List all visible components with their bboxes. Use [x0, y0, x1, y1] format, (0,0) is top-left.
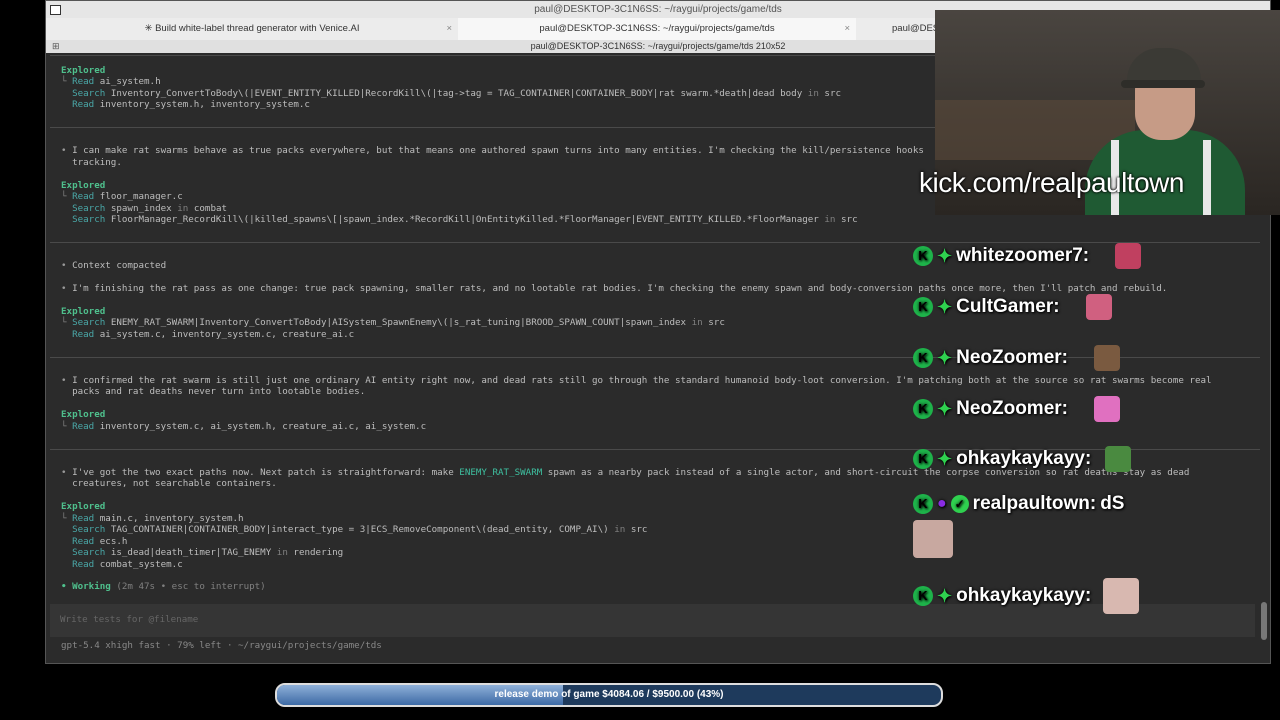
pepe-emote-icon	[1105, 446, 1132, 472]
emote-icon	[913, 520, 953, 558]
goal-progress-label: release demo of game $4084.06 / $9500.00…	[494, 689, 724, 700]
log-line: Read inventory_system.h, inventory_syste…	[72, 99, 310, 110]
close-icon[interactable]: ×	[446, 18, 452, 40]
log-line: Search is_dead|death_timer|TAG_ENEMY in …	[72, 547, 344, 558]
tab-venice[interactable]: ✳ Build white-label thread generator wit…	[46, 18, 458, 40]
prompt-placeholder: Write tests for @filename	[60, 614, 199, 625]
log-line: └ Read main.c, inventory_system.h	[61, 513, 244, 524]
kick-icon: K	[913, 246, 933, 266]
microphone-icon: ●	[937, 495, 947, 512]
app-icon[interactable]	[50, 5, 61, 15]
message-line: creatures, not searchable containers.	[72, 478, 277, 489]
kick-icon: K	[913, 399, 933, 419]
message-line: • I can make rat swarms behave as true p…	[61, 145, 924, 156]
chat-message: K ✦ CultGamer:	[913, 294, 1112, 320]
message-line: packs and rat deaths never turn into loo…	[72, 386, 366, 397]
chat-message: K ● ✓ realpaultown: dS	[913, 493, 1124, 515]
chat-username: whitezoomer7:	[956, 245, 1090, 266]
log-line: └ Search ENEMY_RAT_SWARM|Inventory_Conve…	[61, 317, 725, 328]
chat-username: CultGamer:	[956, 296, 1060, 317]
goal-progress-bar: release demo of game $4084.06 / $9500.00…	[275, 683, 943, 707]
kick-icon: K	[913, 586, 933, 606]
log-line: Read combat_system.c	[72, 559, 183, 570]
gem-icon: ✦	[937, 585, 953, 606]
explored-header: Explored	[61, 501, 106, 512]
kick-icon: K	[913, 449, 933, 469]
kick-icon: K	[913, 297, 933, 317]
emote-icon	[1094, 345, 1120, 371]
chat-message: K ✦ ohkaykaykayy:	[913, 446, 1132, 472]
kick-url: kick.com/realpaultown	[919, 167, 1184, 198]
emote-icon	[1103, 578, 1140, 614]
pin-icon[interactable]: ⊞	[52, 40, 60, 53]
terminal-subtitle: paul@DESKTOP-3C1N6SS: ~/raygui/projects/…	[530, 41, 786, 51]
kick-icon: K	[913, 348, 933, 368]
explored-header: Explored	[61, 409, 106, 420]
log-line: Search FloorManager_RecordKill\(|killed_…	[72, 214, 858, 225]
scrollbar[interactable]	[1261, 602, 1267, 640]
tab-tds[interactable]: paul@DESKTOP-3C1N6SS: ~/raygui/projects/…	[458, 18, 856, 42]
log-line: Search TAG_CONTAINER|CONTAINER_BODY|inte…	[72, 524, 648, 535]
explored-header: Explored	[61, 306, 106, 317]
gem-icon: ✦	[937, 398, 953, 419]
chat-username: NeoZoomer:	[956, 398, 1068, 419]
log-line: Search Inventory_ConvertToBody\(|EVENT_E…	[72, 88, 842, 99]
tab-label: paul@DESKTOP-3C1N6SS: ~/raygui/projects/…	[539, 23, 775, 34]
log-line: └ Read floor_manager.c	[61, 191, 183, 202]
gem-icon: ✦	[937, 245, 953, 266]
chat-message: K ✦ ohkaykaykayy:	[913, 578, 1140, 614]
message-line: • I confirmed the rat swarm is still jus…	[61, 375, 1212, 386]
chat-message: K ✦ NeoZoomer:	[913, 396, 1120, 422]
chat-username: ohkaykaykayy:	[956, 585, 1092, 606]
log-line: Search spawn_index in combat	[72, 203, 228, 214]
verified-icon: ✓	[950, 495, 969, 513]
chat-username: ohkaykaykayy:	[956, 448, 1092, 469]
working-status: • Working (2m 47s • esc to interrupt)	[61, 581, 266, 592]
gem-icon: ✦	[937, 347, 953, 368]
tab-label: ✳ Build white-label thread generator wit…	[144, 23, 360, 34]
close-icon[interactable]: ×	[844, 18, 850, 40]
message-line: • I'm finishing the rat pass as one chan…	[61, 283, 1168, 294]
window-title: paul@DESKTOP-3C1N6SS: ~/raygui/projects/…	[534, 4, 782, 15]
chat-message: K ✦ whitezoomer7:	[913, 243, 1142, 269]
chat-username: NeoZoomer:	[956, 347, 1068, 368]
emote-icon	[1085, 294, 1112, 320]
log-line: Read ecs.h	[72, 536, 128, 547]
explored-header: Explored	[61, 65, 106, 76]
emote-icon	[1094, 396, 1120, 422]
log-line: └ Read ai_system.h	[61, 76, 161, 87]
explored-header: Explored	[61, 180, 106, 191]
message-line: tracking.	[72, 157, 122, 168]
gem-icon: ✦	[937, 296, 953, 317]
chat-username: realpaultown:	[972, 493, 1097, 514]
log-line: Read ai_system.c, inventory_system.c, cr…	[72, 329, 355, 340]
chat-message: K ✦ NeoZoomer:	[913, 345, 1120, 371]
gem-icon: ✦	[937, 448, 953, 469]
model-status: gpt-5.4 xhigh fast · 79% left · ~/raygui…	[61, 640, 382, 651]
log-line: └ Read inventory_system.c, ai_system.h, …	[61, 421, 427, 432]
context-line: • Context compacted	[61, 260, 167, 271]
chat-text: dS	[1100, 493, 1125, 514]
kick-icon: K	[913, 494, 933, 514]
emote-icon	[1115, 243, 1142, 269]
